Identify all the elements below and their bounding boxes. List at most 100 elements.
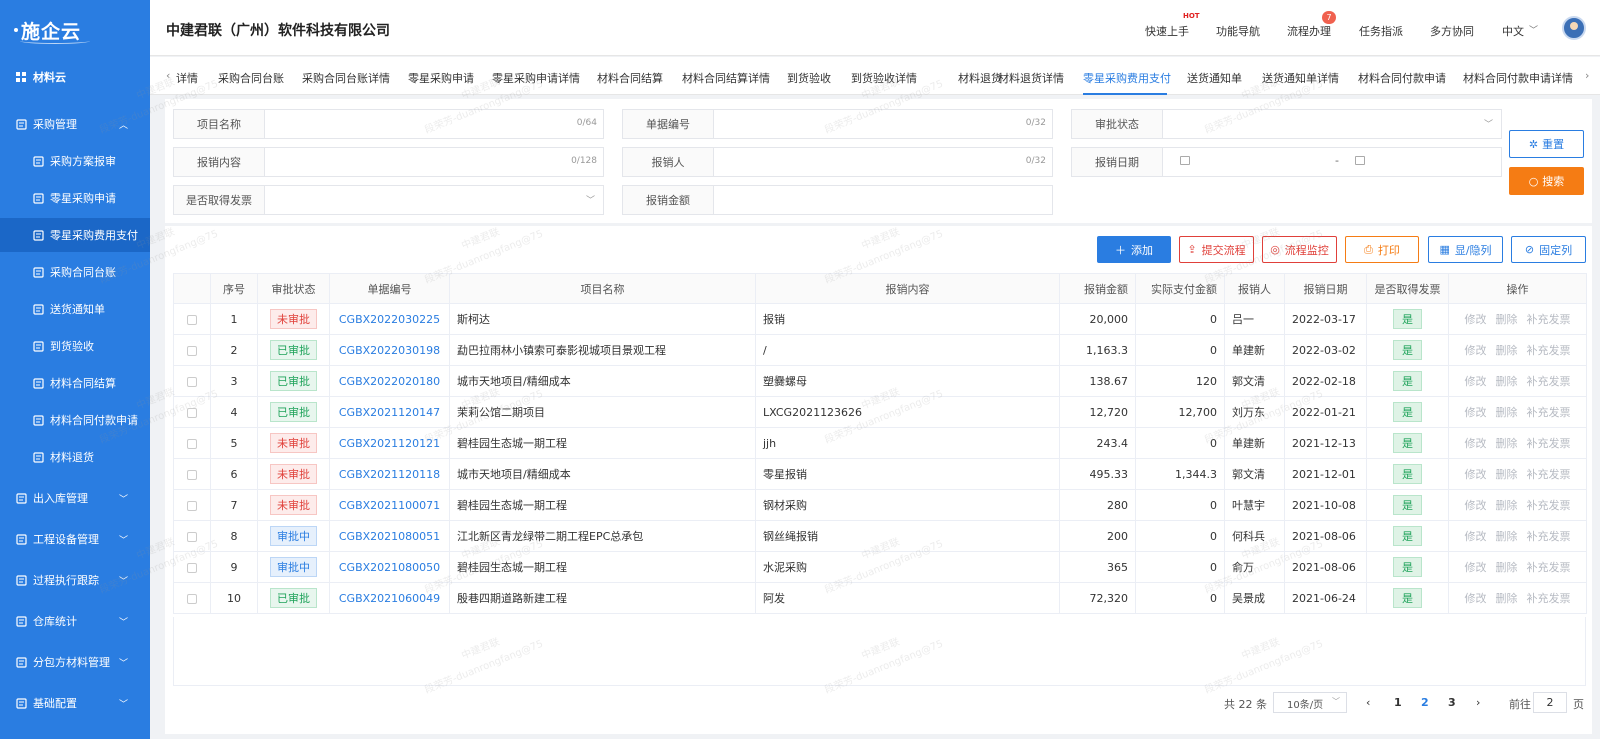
add-invoice-link[interactable]: 补充发票: [1527, 437, 1571, 450]
add-invoice-link[interactable]: 补充发票: [1527, 499, 1571, 512]
tab-10[interactable]: 材料退货详情: [998, 70, 1064, 86]
sidebar-module-material-cloud[interactable]: 材料云: [0, 60, 150, 94]
amount-field[interactable]: 报销金额: [622, 185, 1053, 215]
add-invoice-link[interactable]: 补充发票: [1527, 344, 1571, 357]
delete-link[interactable]: 删除: [1496, 530, 1518, 543]
sidebar-item-5[interactable]: 送货通知单: [0, 292, 150, 326]
sidebar-item-13[interactable]: 仓库统计 ﹀: [0, 604, 150, 638]
page-size-select[interactable]: 10条/页 ﹀: [1273, 692, 1347, 713]
edit-link[interactable]: 修改: [1465, 344, 1487, 357]
table-row[interactable]: 10 已审批 CGBX2021060049 殷巷四期道路新建工程 阿发 72,320 0 吴景…: [173, 582, 1587, 614]
sidebar-item-6[interactable]: 到货验收: [0, 329, 150, 363]
sidebar-item-10[interactable]: 出入库管理 ﹀: [0, 481, 150, 515]
next-page-icon[interactable]: ›: [1476, 696, 1480, 709]
sidebar-item-9[interactable]: 材料退货: [0, 440, 150, 474]
date-range-field[interactable]: 报销日期 -: [1071, 147, 1502, 177]
add-button[interactable]: ＋ 添加: [1097, 236, 1171, 263]
tab-1[interactable]: 采购合同台账: [218, 70, 284, 86]
row-checkbox[interactable]: [173, 458, 211, 490]
nav-workflow[interactable]: 流程办理: [1287, 23, 1331, 39]
delete-link[interactable]: 删除: [1496, 499, 1518, 512]
prev-page-icon[interactable]: ‹: [1366, 696, 1370, 709]
tab-14[interactable]: 材料合同付款申请: [1358, 70, 1446, 86]
edit-link[interactable]: 修改: [1465, 592, 1487, 605]
delete-link[interactable]: 删除: [1496, 313, 1518, 326]
select-all-checkbox[interactable]: [173, 273, 211, 304]
table-row[interactable]: 2 已审批 CGBX2022030198 勐巴拉雨林小镇索可泰影视城项目景观工程/1,…: [173, 334, 1587, 366]
edit-link[interactable]: 修改: [1465, 561, 1487, 574]
add-invoice-link[interactable]: 补充发票: [1527, 530, 1571, 543]
row-checkbox[interactable]: [173, 582, 211, 614]
doc-code-link[interactable]: CGBX2021080050: [339, 561, 440, 574]
sidebar-item-4[interactable]: 采购合同台账: [0, 255, 150, 289]
approval-status-select[interactable]: 审批状态 ﹀: [1071, 109, 1502, 139]
sidebar-item-1[interactable]: 采购方案报审: [0, 144, 150, 178]
doc-code-link[interactable]: CGBX2022020180: [339, 375, 440, 388]
sidebar-item-11[interactable]: 工程设备管理 ﹀: [0, 522, 150, 556]
doc-code-link[interactable]: CGBX2021120147: [339, 406, 440, 419]
table-row[interactable]: 6 未审批 CGBX2021120118 城市天地项目/精细成本 零星报销 495.33 1…: [173, 458, 1587, 490]
doc-code-link[interactable]: CGBX2021100071: [339, 499, 440, 512]
add-invoice-link[interactable]: 补充发票: [1527, 375, 1571, 388]
table-row[interactable]: 7 未审批 CGBX2021100071 碧桂园生态城一期工程 钢材采购 280 0 叶慧宇 2…: [173, 489, 1587, 521]
sidebar-item-7[interactable]: 材料合同结算: [0, 366, 150, 400]
tab-11[interactable]: 零星采购费用支付: [1083, 70, 1171, 86]
sidebar-item-3[interactable]: 零星采购费用支付: [0, 218, 150, 252]
nav-collaboration[interactable]: 多方协同: [1430, 23, 1474, 39]
row-checkbox[interactable]: [173, 396, 211, 428]
add-invoice-link[interactable]: 补充发票: [1527, 592, 1571, 605]
flow-monitor-button[interactable]: ◎ 流程监控: [1262, 236, 1337, 263]
user-avatar[interactable]: [1562, 16, 1586, 40]
nav-task-assign[interactable]: 任务指派: [1359, 23, 1403, 39]
print-button[interactable]: ⎙ 打印: [1345, 236, 1419, 263]
project-name-field[interactable]: 项目名称 0/64: [173, 109, 604, 139]
tabs-scroll-right-icon[interactable]: ›: [1585, 69, 1589, 82]
page-2[interactable]: 2: [1421, 696, 1429, 709]
edit-link[interactable]: 修改: [1465, 468, 1487, 481]
tab-6[interactable]: 材料合同结算详情: [682, 70, 770, 86]
add-invoice-link[interactable]: 补充发票: [1527, 406, 1571, 419]
row-checkbox[interactable]: [173, 365, 211, 397]
fix-columns-button[interactable]: ⊘ 固定列: [1511, 236, 1586, 263]
sidebar-item-14[interactable]: 分包方材料管理 ﹀: [0, 645, 150, 679]
table-row[interactable]: 9 审批中 CGBX2021080050 碧桂园生态城一期工程 水泥采购 365 0 俞万 20…: [173, 551, 1587, 583]
edit-link[interactable]: 修改: [1465, 313, 1487, 326]
edit-link[interactable]: 修改: [1465, 499, 1487, 512]
table-row[interactable]: 3 已审批 CGBX2022020180 城市天地项目/精细成本 塑爨螺母 138.67 1…: [173, 365, 1587, 397]
page-1[interactable]: 1: [1394, 696, 1402, 709]
table-row[interactable]: 8 审批中 CGBX2021080051 江北新区青龙绿带二期工程EPC总承包 钢丝绳报…: [173, 520, 1587, 552]
edit-link[interactable]: 修改: [1465, 406, 1487, 419]
reimburser-field[interactable]: 报销人 0/32: [622, 147, 1053, 177]
language-select[interactable]: 中文: [1502, 23, 1524, 39]
tab-3[interactable]: 零星采购申请: [408, 70, 474, 86]
tab-0[interactable]: 详情: [176, 70, 198, 86]
delete-link[interactable]: 删除: [1496, 437, 1518, 450]
table-row[interactable]: 5 未审批 CGBX2021120121 碧桂园生态城一期工程 jjh 243.4 0 单建新…: [173, 427, 1587, 459]
delete-link[interactable]: 删除: [1496, 406, 1518, 419]
sidebar-item-0[interactable]: 采购管理 ︿: [0, 107, 150, 141]
invoice-select[interactable]: 是否取得发票 ﹀: [173, 185, 604, 215]
app-logo[interactable]: 施企云: [0, 0, 150, 60]
toggle-columns-button[interactable]: ▦ 显/隐列: [1428, 236, 1503, 263]
doc-code-link[interactable]: CGBX2021120121: [339, 437, 440, 450]
delete-link[interactable]: 删除: [1496, 561, 1518, 574]
sidebar-item-8[interactable]: 材料合同付款申请: [0, 403, 150, 437]
content-field[interactable]: 报销内容 0/128: [173, 147, 604, 177]
tab-15[interactable]: 材料合同付款申请详情: [1463, 70, 1573, 86]
add-invoice-link[interactable]: 补充发票: [1527, 561, 1571, 574]
tab-2[interactable]: 采购合同台账详情: [302, 70, 390, 86]
tab-9[interactable]: 材料退货: [958, 70, 1002, 86]
nav-quick-start[interactable]: 快速上手: [1145, 23, 1189, 39]
sidebar-item-2[interactable]: 零星采购申请: [0, 181, 150, 215]
row-checkbox[interactable]: [173, 427, 211, 459]
delete-link[interactable]: 删除: [1496, 592, 1518, 605]
add-invoice-link[interactable]: 补充发票: [1527, 313, 1571, 326]
table-row[interactable]: 4 已审批 CGBX2021120147 茉莉公馆二期项目 LXCG2021123626…: [173, 396, 1587, 428]
reset-button[interactable]: ✲ 重置: [1509, 130, 1584, 158]
sidebar-item-15[interactable]: 基础配置 ﹀: [0, 686, 150, 720]
tab-12[interactable]: 送货通知单: [1187, 70, 1242, 86]
row-checkbox[interactable]: [173, 489, 211, 521]
doc-no-field[interactable]: 单据编号 0/32: [622, 109, 1053, 139]
doc-code-link[interactable]: CGBX2021080051: [339, 530, 440, 543]
delete-link[interactable]: 删除: [1496, 468, 1518, 481]
